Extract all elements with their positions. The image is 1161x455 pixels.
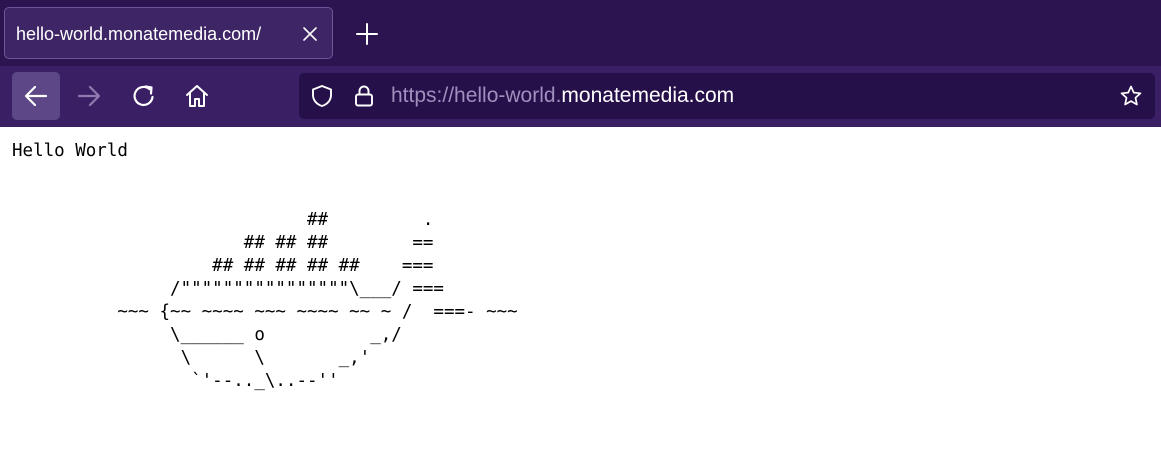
url-domain: monatemedia.com: [561, 84, 735, 107]
arrow-left-icon: [24, 85, 48, 107]
address-bar[interactable]: https://hello-world.monatemedia.com: [299, 73, 1155, 119]
new-tab-button[interactable]: [353, 20, 381, 48]
tab-active[interactable]: hello-world.monatemedia.com/: [4, 7, 333, 59]
arrow-right-icon: [77, 85, 101, 107]
page-content: Hello World ## . ## ## ## == ## ## ## ##…: [0, 127, 1161, 455]
reload-icon: [133, 85, 154, 106]
url-prefix: https://hello-world.: [391, 84, 562, 107]
lock-icon[interactable]: [352, 84, 376, 108]
tab-title: hello-world.monatemedia.com/: [16, 24, 262, 44]
navigation-toolbar: https://hello-world.monatemedia.com: [0, 66, 1161, 127]
back-button[interactable]: [12, 72, 60, 120]
close-tab-icon[interactable]: [299, 23, 321, 45]
reload-button[interactable]: [120, 72, 168, 120]
home-icon: [186, 85, 208, 107]
shield-icon[interactable]: [310, 84, 334, 108]
tab-strip: hello-world.monatemedia.com/: [0, 0, 1161, 66]
plus-icon: [356, 23, 378, 45]
url-text[interactable]: https://hello-world.monatemedia.com: [391, 83, 734, 109]
forward-button[interactable]: [65, 72, 113, 120]
hello-world-ascii-art: Hello World ## . ## ## ## == ## ## ## ##…: [12, 141, 518, 391]
star-icon[interactable]: [1119, 84, 1143, 108]
home-button[interactable]: [173, 72, 221, 120]
